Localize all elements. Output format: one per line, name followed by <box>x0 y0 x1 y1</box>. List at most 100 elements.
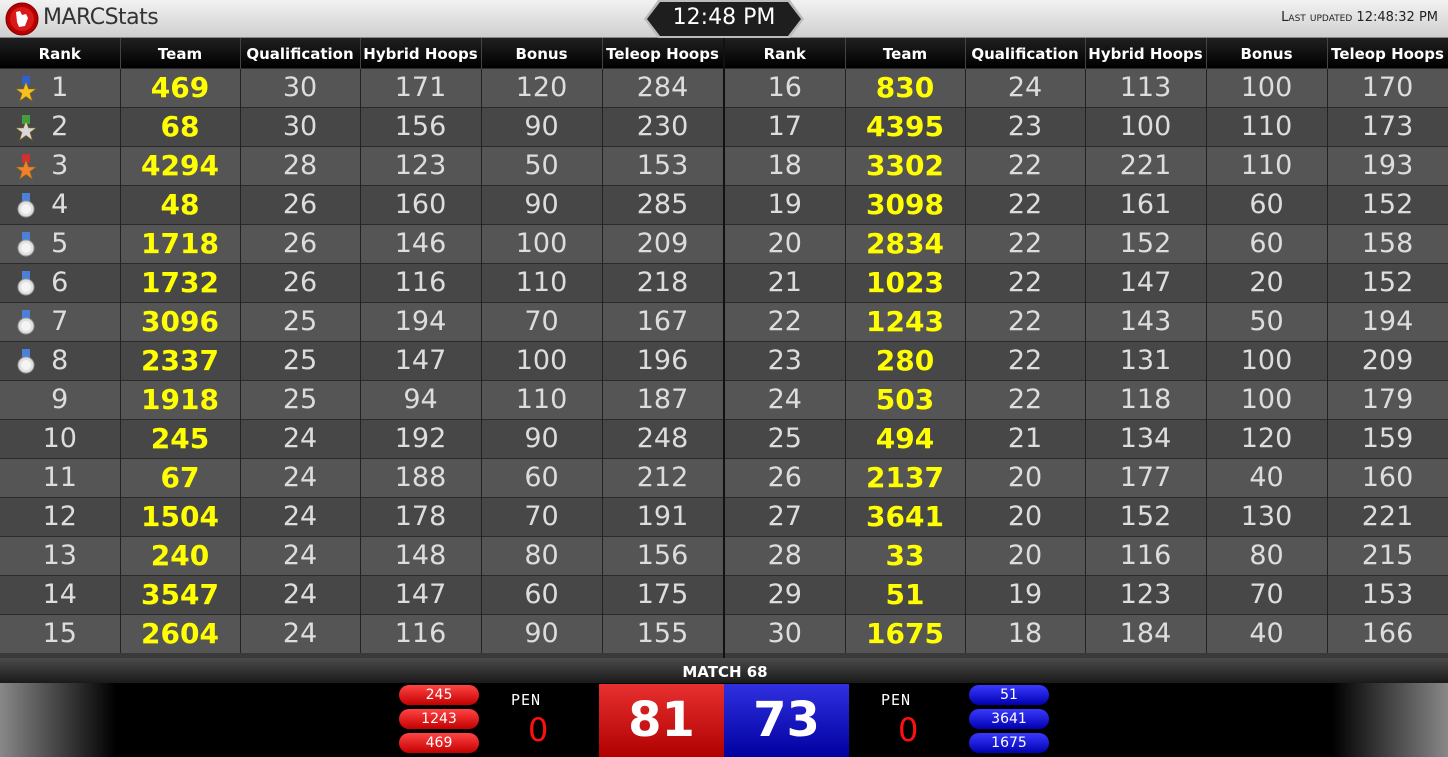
hybrid-hoops-cell-value: 116 <box>394 618 447 650</box>
teleop-hoops-cell: 196 <box>602 340 724 380</box>
right-header-rank: Rank <box>725 38 846 68</box>
hybrid-hoops-cell-value: 123 <box>1119 579 1172 610</box>
team-cell: 1504 <box>120 496 241 536</box>
teleop-hoops-cell: 194 <box>1327 301 1448 341</box>
red-team-3: 469 <box>399 733 479 753</box>
teleop-hoops-cell: 285 <box>602 184 724 224</box>
teleop-hoops-cell: 156 <box>602 535 724 575</box>
qualification-cell: 22 <box>965 184 1086 224</box>
team-cell-value: 2337 <box>141 344 219 377</box>
rank-cell-value: 18 <box>767 150 802 181</box>
rank-cell: 8 <box>0 340 121 380</box>
qualification-cell: 23 <box>965 106 1086 146</box>
qualification-cell: 25 <box>240 379 361 419</box>
hybrid-hoops-cell: 178 <box>360 496 482 536</box>
table-row: 11 67 24 188 60 212 <box>0 457 724 497</box>
hybrid-hoops-cell-value: 221 <box>1119 150 1172 181</box>
app-title: MARCStats <box>43 5 159 30</box>
bonus-cell-value: 60 <box>1249 189 1284 220</box>
teleop-hoops-cell-value: 153 <box>636 150 689 181</box>
michigan-logo-icon <box>5 2 39 36</box>
qualification-cell-value: 20 <box>1007 462 1043 493</box>
bonus-cell-value: 60 <box>1249 228 1284 259</box>
qualification-cell: 24 <box>240 418 361 458</box>
qualification-cell-value: 24 <box>1007 72 1043 103</box>
hybrid-hoops-cell: 134 <box>1085 418 1207 458</box>
team-cell-value: 1718 <box>141 227 219 260</box>
right-header-team: Team <box>845 38 966 68</box>
blue-penalty: 0 <box>898 711 919 749</box>
teleop-hoops-cell: 209 <box>1327 340 1448 380</box>
left-header-qualification: Qualification <box>240 38 361 68</box>
rank-cell-value: 1 <box>51 72 69 103</box>
bonus-cell: 60 <box>481 574 603 614</box>
hybrid-hoops-cell: 160 <box>360 184 482 224</box>
bonus-cell: 90 <box>481 106 603 146</box>
hybrid-hoops-cell-value: 143 <box>1119 306 1172 337</box>
hybrid-hoops-cell-value: 194 <box>394 306 447 337</box>
table-row: 8 2337 25 147 100 196 <box>0 340 724 380</box>
bonus-cell-value: 40 <box>1249 618 1284 650</box>
last-updated-value: 12:48:32 PM <box>1356 10 1438 25</box>
left-header-teleop-hoops: Teleop Hoops <box>602 38 724 68</box>
hybrid-hoops-cell: 100 <box>1085 106 1207 146</box>
teleop-hoops-cell: 159 <box>1327 418 1448 458</box>
table-row: 24 503 22 118 100 179 <box>725 379 1448 419</box>
hybrid-hoops-cell: 113 <box>1085 67 1207 107</box>
teleop-hoops-cell: 187 <box>602 379 724 419</box>
rank-cell-value: 26 <box>767 462 802 493</box>
team-cell: 1243 <box>845 301 966 341</box>
left-header-team: Team <box>120 38 241 68</box>
rank-cell-value: 19 <box>767 189 802 220</box>
hybrid-hoops-cell-value: 116 <box>1119 540 1172 571</box>
rank-cell: 21 <box>725 262 846 302</box>
red-team-1: 245 <box>399 685 479 705</box>
team-cell: 3096 <box>120 301 241 341</box>
rank-cell: 27 <box>725 496 846 536</box>
teleop-hoops-cell-value: 170 <box>1361 72 1414 103</box>
team-cell: 2337 <box>120 340 241 380</box>
rank-cell-value: 11 <box>42 462 77 493</box>
team-cell-value: 240 <box>150 539 210 572</box>
team-cell-value: 33 <box>885 539 925 572</box>
table-row: 13 240 24 148 80 156 <box>0 535 724 575</box>
table-row: 27 3641 20 152 130 221 <box>725 496 1448 536</box>
teleop-hoops-cell-value: 160 <box>1361 462 1414 493</box>
hybrid-hoops-cell-value: 156 <box>394 111 447 142</box>
hybrid-hoops-cell-value: 131 <box>1119 345 1172 376</box>
bonus-cell: 20 <box>1206 262 1328 302</box>
bonus-cell: 70 <box>1206 574 1328 614</box>
hybrid-hoops-cell-value: 152 <box>1119 501 1172 532</box>
qualification-cell-value: 25 <box>282 384 318 415</box>
teleop-hoops-cell: 152 <box>1327 262 1448 302</box>
table-row: 7 3096 25 194 70 167 <box>0 301 724 341</box>
teleop-hoops-cell-value: 209 <box>1361 345 1414 376</box>
rank-cell-value: 22 <box>767 306 802 337</box>
teleop-hoops-cell: 218 <box>602 262 724 302</box>
bonus-cell-value: 110 <box>1240 111 1293 142</box>
team-cell: 3098 <box>845 184 966 224</box>
qualification-cell: 24 <box>240 613 361 653</box>
teleop-hoops-cell: 212 <box>602 457 724 497</box>
team-cell: 2137 <box>845 457 966 497</box>
team-cell-value: 2834 <box>866 227 944 260</box>
bonus-cell: 120 <box>1206 418 1328 458</box>
table-row: 6 1732 26 116 110 218 <box>0 262 724 302</box>
team-cell-value: 48 <box>160 188 200 221</box>
bonus-cell-value: 100 <box>515 228 568 259</box>
table-row: 12 1504 24 178 70 191 <box>0 496 724 536</box>
team-cell-value: 1504 <box>141 500 219 533</box>
qualification-cell: 24 <box>240 457 361 497</box>
teleop-hoops-cell: 166 <box>1327 613 1448 653</box>
team-cell-value: 68 <box>160 110 200 143</box>
rank-cell-value: 9 <box>51 384 69 415</box>
bonus-cell-value: 80 <box>524 540 559 571</box>
table-row: 14 3547 24 147 60 175 <box>0 574 724 614</box>
hybrid-hoops-cell: 143 <box>1085 301 1207 341</box>
rank-cell: 15 <box>0 613 121 653</box>
clock-time: 12:48 PM <box>672 5 776 30</box>
bonus-cell-value: 130 <box>1240 501 1293 532</box>
red-team-2: 1243 <box>399 709 479 729</box>
hybrid-hoops-cell: 146 <box>360 223 482 263</box>
qualification-cell-value: 22 <box>1007 267 1043 298</box>
